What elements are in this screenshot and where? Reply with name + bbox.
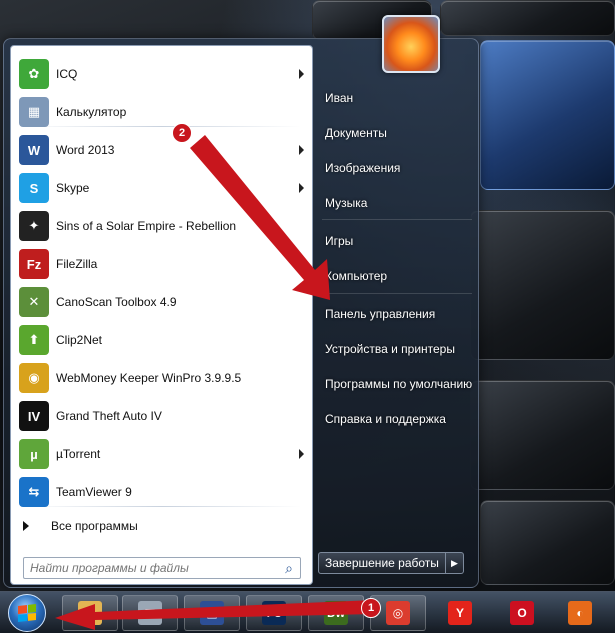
scanner-icon: ✕ [19,287,49,317]
program-label: Grand Theft Auto IV [56,409,162,423]
start-button[interactable] [8,594,46,632]
start-link-item[interactable]: Изображения [322,155,474,181]
program-item[interactable]: ⇆ TeamViewer 9 [15,474,310,510]
game-icon: ✦ [19,211,49,241]
skype-icon: S [19,173,49,203]
menu-separator [322,293,472,294]
program-item[interactable]: IV Grand Theft Auto IV [15,398,310,434]
gta-icon: IV [19,401,49,431]
taskbar-button[interactable]: Dw [308,595,364,631]
wallpaper-cube [440,0,615,36]
program-label: FileZilla [56,257,98,271]
firefox-taskbar-icon: ◐ [568,601,592,625]
wallpaper-cube [480,500,615,585]
taskbar-button[interactable]: Y [432,595,488,631]
dreamweaver-taskbar-icon: Dw [324,601,348,625]
program-label: Clip2Net [56,333,103,347]
start-link-item[interactable]: Панель управления [322,301,474,327]
teamviewer-icon: ⇆ [19,477,49,507]
program-label: Word 2013 [56,143,115,157]
word-icon: W [19,135,49,165]
search-box[interactable]: ⌕ [23,557,301,579]
taskbar-button[interactable]: ▣ [184,595,240,631]
chrome-taskbar-icon: ◎ [386,601,410,625]
all-programs-label: Все программы [51,519,138,533]
program-label: TeamViewer 9 [56,485,132,499]
program-label: Калькулятор [56,105,127,119]
user-picture[interactable] [382,15,440,73]
submenu-arrow-icon[interactable] [299,183,304,193]
opera-taskbar-icon: O [510,601,534,625]
program-item[interactable]: ✿ ICQ [15,56,310,92]
program-item[interactable]: ▦ Калькулятор [15,94,310,130]
menu-separator [322,219,472,220]
floppy-taskbar-icon: ▣ [200,601,224,625]
step-badge-1: 1 [361,598,381,618]
program-label: ICQ [56,67,78,81]
start-link-item[interactable]: Справка и поддержка [322,406,474,432]
notepad-taskbar-icon: ▤ [138,601,162,625]
start-link-item[interactable]: Музыка [322,190,474,216]
program-label: Skype [56,181,90,195]
start-link-item[interactable]: Программы по умолчанию [322,371,474,397]
program-item[interactable]: S Skype [15,170,310,206]
utorrent-icon: µ [19,439,49,469]
program-item[interactable]: µ µTorrent [15,436,310,472]
wallpaper-cube [470,380,615,490]
taskbar-button[interactable]: Ps [246,595,302,631]
programs-pane: Все программы ⌕ ✿ ICQ ▦ Калькулятор W Word 20… [10,45,313,585]
program-item[interactable]: ⬆ Clip2Net [15,322,310,358]
taskbar: ▬ ▤ ▣ Ps Dw ◎ Y O ◐ [0,591,615,633]
start-link-item[interactable]: Иван [322,85,474,111]
yandex-browser-taskbar-icon: Y [448,601,472,625]
wallpaper-cube [480,40,615,190]
step-badge-2: 2 [172,123,192,143]
taskbar-button[interactable]: ▬ [62,595,118,631]
program-label: µTorrent [56,447,101,461]
filezilla-icon: Fz [19,249,49,279]
program-label: CanoScan Toolbox 4.9 [56,295,177,309]
submenu-arrow-icon[interactable] [299,69,304,79]
shutdown-button[interactable]: Завершение работы [318,552,446,574]
start-menu: Все программы ⌕ ✿ ICQ ▦ Калькулятор W Word 20… [3,15,479,588]
calculator-icon: ▦ [19,97,49,127]
program-item[interactable]: W Word 2013 [15,132,310,168]
search-input[interactable] [24,558,278,578]
webmoney-icon: ◉ [19,363,49,393]
program-label: WebMoney Keeper WinPro 3.9.9.5 [56,371,242,385]
expand-arrow-icon [23,521,29,531]
start-link-item[interactable]: Компьютер [322,263,474,289]
windows-logo-icon [18,604,36,622]
submenu-arrow-icon[interactable] [299,449,304,459]
icq-flower-icon: ✿ [19,59,49,89]
taskbar-button[interactable]: ◐ [552,595,608,631]
shutdown-control: Завершение работы ▶ [318,552,464,574]
search-icon[interactable]: ⌕ [278,558,300,578]
wallpaper-cube [470,210,615,360]
upload-arrow-icon: ⬆ [19,325,49,355]
submenu-arrow-icon[interactable] [299,145,304,155]
all-programs-button[interactable]: Все программы [17,514,307,538]
taskbar-button[interactable]: ▤ [122,595,178,631]
photoshop-taskbar-icon: Ps [262,601,286,625]
shutdown-options-arrow-icon[interactable]: ▶ [445,552,464,574]
explorer-taskbar-icon: ▬ [78,601,102,625]
taskbar-button[interactable]: O [494,595,550,631]
start-link-item[interactable]: Игры [322,228,474,254]
program-item[interactable]: ◉ WebMoney Keeper WinPro 3.9.9.5 [15,360,310,396]
program-item[interactable]: ✦ Sins of a Solar Empire - Rebellion [15,208,310,244]
start-link-item[interactable]: Устройства и принтеры [322,336,474,362]
start-link-item[interactable]: Документы [322,120,474,146]
program-item[interactable]: Fz FileZilla [15,246,310,282]
program-item[interactable]: ✕ CanoScan Toolbox 4.9 [15,284,310,320]
program-label: Sins of a Solar Empire - Rebellion [56,219,237,233]
